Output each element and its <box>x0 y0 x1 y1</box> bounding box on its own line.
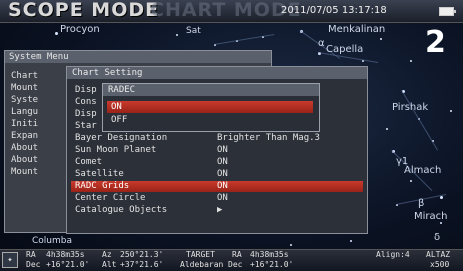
system-menu-item[interactable]: Mount <box>11 83 38 94</box>
row-label: Bayer Designation <box>75 133 168 143</box>
star-label: α <box>318 38 325 49</box>
chart-setting-row[interactable]: Comet ON <box>71 157 363 168</box>
star-dot <box>386 128 388 130</box>
system-menu-item[interactable]: Chart <box>11 71 38 82</box>
star-dot <box>410 180 412 182</box>
constellation-line <box>401 90 438 151</box>
system-menu-title: System Menu <box>5 51 271 63</box>
system-menu-item[interactable]: Mount <box>11 167 38 178</box>
target-dec-value: +16°21.0' <box>250 260 294 269</box>
radec-popup-title: RADEC <box>103 84 319 96</box>
chart-setting-row[interactable]: Satellite ON <box>71 169 363 180</box>
battery-icon <box>439 7 456 16</box>
star-dot <box>380 38 382 40</box>
star-label: β <box>418 198 425 209</box>
row-label: Cons <box>75 97 97 107</box>
star-label: δ <box>434 232 441 243</box>
row-label: Disp <box>75 109 97 119</box>
system-menu-item[interactable]: Langu <box>11 107 38 118</box>
star-label: Almach <box>404 165 442 176</box>
mount-type: ALTAZ <box>426 250 451 259</box>
row-value: ON <box>217 181 228 191</box>
target-ra-label: RA <box>232 250 242 259</box>
system-menu-item[interactable]: About <box>11 143 38 154</box>
alt-value: +37°21.6' <box>120 260 164 269</box>
star-label: Columba <box>32 236 72 246</box>
ra-label: RA <box>26 250 36 259</box>
chart-setting-row[interactable]: Catalogue Objects ▶ <box>71 205 363 216</box>
alt-label: Alt <box>102 260 117 269</box>
az-label: Az <box>102 250 112 259</box>
datetime: 2011/07/05 13:17:18 <box>281 5 387 16</box>
mode-title: SCOPE MODE <box>8 0 160 21</box>
row-label: Comet <box>75 157 103 167</box>
row-value: Brighter Than Mag.3 <box>217 133 320 143</box>
star-dot <box>440 222 442 224</box>
row-label: Center Circle <box>75 193 146 203</box>
star-label: Sat <box>186 26 201 36</box>
chart-setting-row[interactable]: Bayer Designation Brighter Than Mag.3 <box>71 133 363 144</box>
star-dot <box>55 32 58 35</box>
scope-screen: SCOPE MODE CHART MODE 2011/07/05 13:17:1… <box>0 0 463 271</box>
row-label: Satellite <box>75 169 124 179</box>
star-dot <box>176 34 178 36</box>
row-label: Star <box>75 121 97 131</box>
chart-setting-row[interactable]: Center Circle ON <box>71 193 363 204</box>
star-label: Procyon <box>60 24 100 35</box>
slew-speed: x500 <box>430 260 450 269</box>
chart-setting-row[interactable]: Sun Moon Planet ON <box>71 145 363 156</box>
chart-setting-title: Chart Setting <box>67 67 367 79</box>
radec-popup: RADEC ON OFF <box>102 83 320 132</box>
ra-value: 4h38m35s <box>46 250 85 259</box>
radec-option-off[interactable]: OFF <box>107 114 313 126</box>
star-dot <box>350 240 352 242</box>
mode-ghost-title: CHART MODE <box>150 0 302 21</box>
star-label: Mirach <box>414 211 448 222</box>
target-dec-label: Dec <box>228 260 243 269</box>
align-status: Align:4 <box>376 250 410 259</box>
target-name: Aldebaran <box>180 260 224 269</box>
az-value: 250°21.3' <box>120 250 164 259</box>
system-menu-item[interactable]: Expan <box>11 131 38 142</box>
dec-value: +16°21.0' <box>46 260 90 269</box>
system-menu-item[interactable]: Syste <box>11 95 38 106</box>
chart-setting-row-selected[interactable]: RADC Grids ON <box>71 181 363 192</box>
top-status-bar: SCOPE MODE CHART MODE 2011/07/05 13:17:1… <box>0 0 463 23</box>
screen-number: 2 <box>425 25 446 60</box>
row-label: Sun Moon Planet <box>75 145 157 155</box>
constellation-line <box>214 34 275 45</box>
row-value: ON <box>217 145 228 155</box>
system-menu-item[interactable]: Initi <box>11 119 38 130</box>
row-value: ON <box>217 193 228 203</box>
star-label: Menkalinan <box>328 24 386 35</box>
row-label: RADC Grids <box>75 181 130 191</box>
star-dot <box>290 244 292 246</box>
telescope-icon: ✦ <box>2 252 18 268</box>
row-label: Catalogue Objects <box>75 205 168 215</box>
radec-option-on[interactable]: ON <box>107 101 313 113</box>
star-label: Capella <box>326 44 364 55</box>
system-menu-item[interactable]: About <box>11 155 38 166</box>
dec-label: Dec <box>26 260 41 269</box>
star-dot <box>450 110 452 112</box>
star-label: Pirshak <box>392 102 429 113</box>
row-value: ON <box>217 169 228 179</box>
star-dot <box>410 60 412 62</box>
star-dot <box>440 196 443 199</box>
row-label: Disp <box>75 85 97 95</box>
submenu-arrow-icon: ▶ <box>217 205 223 215</box>
target-label: TARGET <box>186 250 215 259</box>
target-ra-value: 4h38m35s <box>250 250 289 259</box>
row-value: ON <box>217 157 228 167</box>
